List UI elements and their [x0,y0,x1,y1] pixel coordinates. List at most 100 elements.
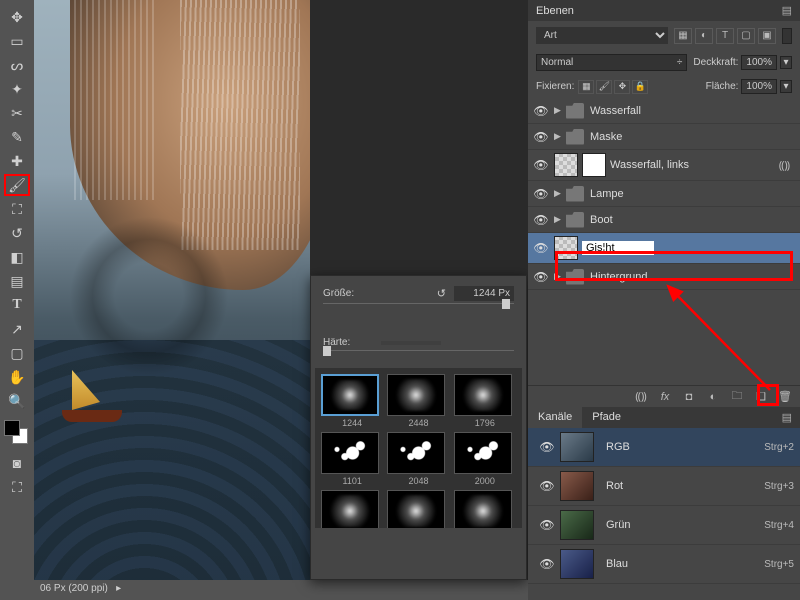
link-layers-icon[interactable]: ⸨⸩ [632,389,650,405]
path-tool-icon[interactable]: ↗ [4,318,30,340]
visibility-toggle-icon[interactable]: 👁 [534,518,560,532]
foreground-color-swatch[interactable] [4,420,20,436]
visibility-toggle-icon[interactable]: 👁 [528,187,554,201]
brush-preset[interactable]: 1796 [454,374,516,428]
mask-thumbnail[interactable] [582,153,606,177]
panel-menu-icon[interactable]: ▤ [782,4,792,17]
document-canvas[interactable] [34,0,310,580]
hand-tool-icon[interactable]: ✋ [4,366,30,388]
brush-preset[interactable]: 1244 [321,374,383,428]
brush-tool-icon[interactable]: 🖌 [4,174,30,196]
opacity-label: Deckkraft: [693,57,738,68]
layer-thumbnail[interactable] [554,236,578,260]
layer-group-row[interactable]: 👁▶ Maske [528,124,800,150]
visibility-toggle-icon[interactable]: 👁 [528,130,554,144]
quickmask-icon[interactable]: ◙ [4,452,30,474]
eraser-tool-icon[interactable]: ◧ [4,246,30,268]
brush-preset[interactable]: 1101 [321,432,383,486]
disclosure-icon[interactable]: ▶ [554,131,566,142]
brush-size-slider[interactable] [323,303,514,317]
channel-menu-icon[interactable]: ▤ [774,407,800,428]
delete-layer-icon[interactable]: 🗑 [776,389,794,405]
lock-all-icon[interactable]: 🔒 [632,80,648,94]
eyedropper-tool-icon[interactable]: ✎ [4,126,30,148]
disclosure-icon[interactable]: ▶ [554,214,566,225]
brush-preset[interactable]: 2048 [387,432,449,486]
layer-filter-kind[interactable]: ⌕ Art [536,27,668,44]
brush-preset[interactable]: 2000 [387,490,449,528]
zoom-tool-icon[interactable]: 🔍 [4,390,30,412]
disclosure-icon[interactable]: ▶ [554,271,566,282]
layer-group-row[interactable]: 👁▶Lampe [528,181,800,207]
disclosure-icon[interactable]: ▶ [554,105,566,116]
visibility-toggle-icon[interactable]: 👁 [534,440,560,454]
brush-preset[interactable]: 2000 [454,490,516,528]
filter-adjust-icon[interactable]: ◐ [695,28,713,44]
lasso-tool-icon[interactable]: ᔕ [4,54,30,76]
opacity-value[interactable]: 100% [741,55,777,70]
blend-mode-dropdown[interactable]: Normal÷ [536,54,687,71]
fill-stepper-icon[interactable]: ▾ [780,80,792,93]
layer-row[interactable]: 👁 [528,233,800,264]
new-group-icon[interactable]: 🗀 [728,389,746,405]
visibility-toggle-icon[interactable]: 👁 [528,104,554,118]
type-tool-icon[interactable]: T [4,294,30,316]
gradient-tool-icon[interactable]: ▤ [4,270,30,292]
layer-name-input[interactable] [582,241,654,255]
filter-pixel-icon[interactable]: ▦ [674,28,692,44]
visibility-toggle-icon[interactable]: 👁 [528,213,554,227]
wand-tool-icon[interactable]: ✦ [4,78,30,100]
visibility-toggle-icon[interactable]: 👁 [528,158,554,172]
channel-row[interactable]: 👁BlauStrg+5 [528,545,800,584]
adjustment-layer-icon[interactable]: ◐ [704,389,722,405]
layer-panel-footer: ⸨⸩ fx ◘ ◐ 🗀 ❏ 🗑 [528,385,800,407]
right-panel-dock: Ebenen▤ ⌕ Art ▦ ◐ T ▢ ▣ Normal÷ Deckkraf… [528,0,800,600]
paths-tab[interactable]: Pfade [582,407,631,428]
filter-type-icon[interactable]: T [716,28,734,44]
lock-position-icon[interactable]: ✥ [614,80,630,94]
heal-tool-icon[interactable]: ✚ [4,150,30,172]
move-tool-icon[interactable]: ✥ [4,6,30,28]
layer-link-icon[interactable]: ⸨⸩ [779,158,790,173]
history-brush-icon[interactable]: ↺ [4,222,30,244]
lock-pixels-icon[interactable]: 🖌 [596,80,612,94]
shape-tool-icon[interactable]: ▢ [4,342,30,364]
brush-hardness-value[interactable] [381,341,441,345]
brush-preset[interactable]: 2448 [387,374,449,428]
filter-smart-icon[interactable]: ▣ [758,28,776,44]
tool-toolbar: ✥ ▭ ᔕ ✦ ✂ ✎ ✚ 🖌 ⛶ ↺ ◧ ▤ T ↗ ▢ ✋ 🔍 ◙ ⛶ [0,0,34,600]
layers-panel-tab[interactable]: Ebenen▤ [528,0,800,21]
layer-group-row[interactable]: 👁▶Boot [528,207,800,233]
channel-row[interactable]: 👁RotStrg+3 [528,467,800,506]
reset-icon[interactable]: ↺ [437,287,446,300]
stamp-tool-icon[interactable]: ⛶ [4,198,30,220]
disclosure-icon[interactable]: ▶ [554,188,566,199]
channel-row[interactable]: 👁GrünStrg+4 [528,506,800,545]
layer-name-label: Maske [590,131,622,143]
layer-thumbnail[interactable] [554,153,578,177]
layer-mask-icon[interactable]: ◘ [680,389,698,405]
visibility-toggle-icon[interactable]: 👁 [528,241,554,255]
visibility-toggle-icon[interactable]: 👁 [534,557,560,571]
channels-tab[interactable]: Kanäle [528,407,582,428]
visibility-toggle-icon[interactable]: 👁 [528,270,554,284]
filter-toggle-icon[interactable] [782,28,792,44]
marquee-tool-icon[interactable]: ▭ [4,30,30,52]
brush-preset[interactable]: 2000 [454,432,516,486]
brush-preset[interactable]: 2000 [321,490,383,528]
crop-tool-icon[interactable]: ✂ [4,102,30,124]
lock-transparency-icon[interactable]: ▦ [578,80,594,94]
brush-hardness-slider[interactable] [323,350,514,364]
opacity-stepper-icon[interactable]: ▾ [780,56,792,69]
screenmode-icon[interactable]: ⛶ [4,476,30,498]
layer-group-row[interactable]: 👁▶Hintergrund [528,264,800,290]
color-swatches[interactable] [4,420,28,444]
layer-group-row[interactable]: 👁▶Wasserfall [528,98,800,124]
layer-fx-icon[interactable]: fx [656,389,674,405]
new-layer-icon[interactable]: ❏ [752,389,770,405]
visibility-toggle-icon[interactable]: 👁 [534,479,560,493]
layer-row[interactable]: 👁Wasserfall, links⸨⸩ [528,150,800,181]
channel-row[interactable]: 👁RGBStrg+2 [528,428,800,467]
filter-shape-icon[interactable]: ▢ [737,28,755,44]
fill-value[interactable]: 100% [741,79,777,94]
